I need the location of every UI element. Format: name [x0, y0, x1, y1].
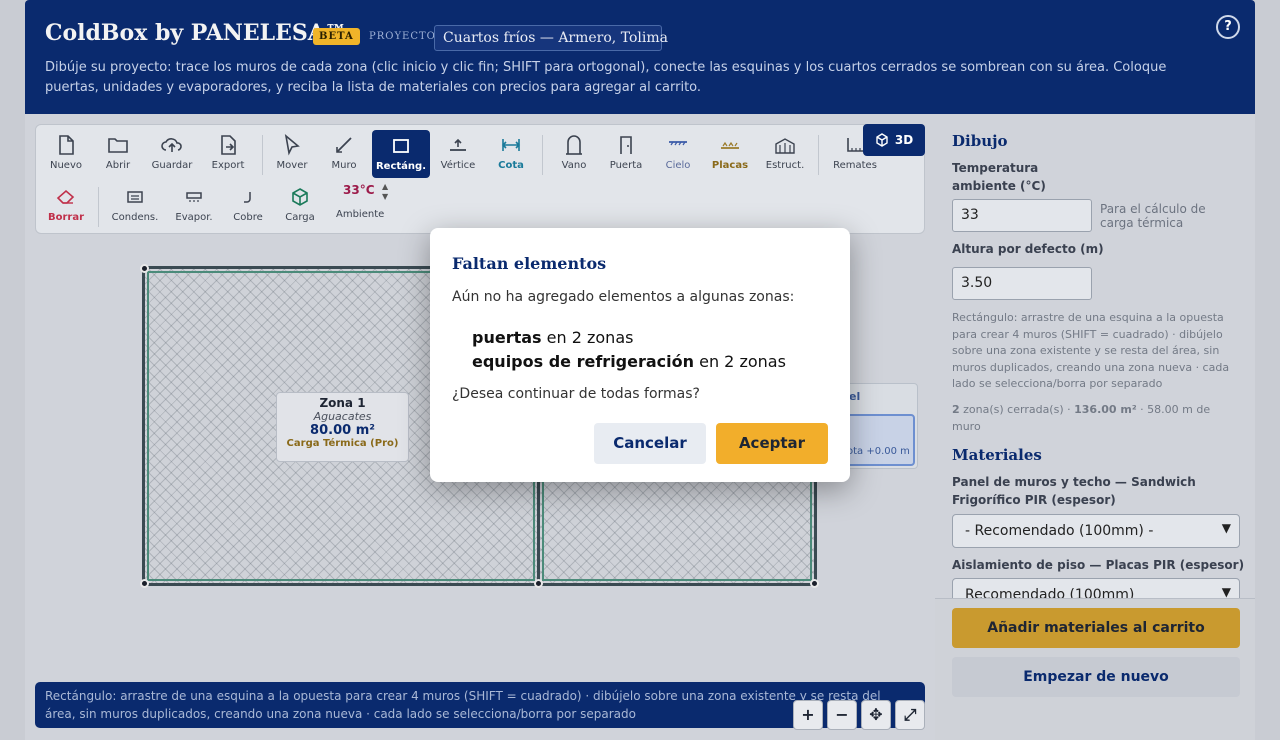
dialog-question: ¿Desea continuar de todas formas? — [452, 386, 700, 402]
missing-item: equipos de refrigeración en 2 zonas — [472, 352, 786, 371]
app-root: ColdBox by PANELESA™ BETA PROYECTO Cuart… — [0, 0, 1280, 740]
accept-button[interactable]: Aceptar — [716, 423, 828, 464]
dialog-message: Aún no ha agregado elementos a algunas z… — [452, 289, 795, 305]
missing-item: puertas en 2 zonas — [472, 328, 634, 347]
cancel-button[interactable]: Cancelar — [594, 423, 706, 464]
missing-elements-dialog: Faltan elementos Aún no ha agregado elem… — [430, 228, 850, 482]
dialog-title: Faltan elementos — [452, 254, 607, 273]
